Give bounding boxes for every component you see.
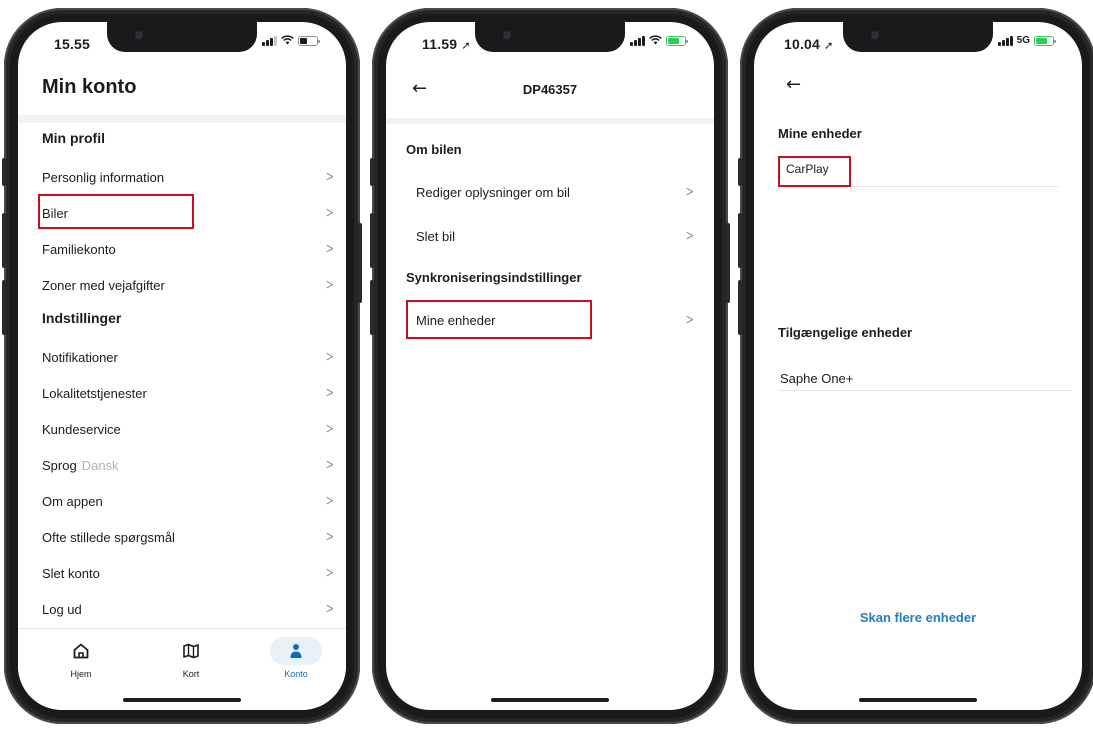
chevron-right-icon: >: [326, 529, 335, 545]
chevron-right-icon: >: [326, 457, 335, 473]
home-indicator: [859, 698, 977, 702]
language-value: Dansk: [81, 457, 119, 473]
section-heading-settings: Indstillinger: [42, 310, 122, 326]
back-button[interactable]: ←: [786, 74, 801, 95]
tab-home[interactable]: Hjem: [51, 637, 111, 679]
menu-item-notifications[interactable]: Notifikationer >: [42, 342, 336, 372]
map-icon: [161, 637, 221, 665]
status-icons: [630, 35, 688, 46]
section-heading-sync: Synkroniseringsindstillinger: [406, 270, 582, 285]
chevron-right-icon: >: [326, 385, 335, 401]
chevron-right-icon: >: [686, 184, 695, 200]
phone-frame-devices: 10.04 ➚ 5G ← Mine enheder CarPlay Tilgæn…: [738, 8, 1093, 724]
menu-item-log-out[interactable]: Log ud >: [42, 594, 336, 624]
network-type: 5G: [1016, 35, 1030, 46]
screen-car: 11.59 ➚ ← DP46357 Om bilen Rediger oplys…: [386, 22, 714, 710]
phone-frame-account: 15.55 Min konto Min profil Personlig inf…: [2, 8, 362, 724]
chevron-right-icon: >: [326, 277, 335, 293]
section-heading-about-car: Om bilen: [406, 142, 462, 157]
tab-account[interactable]: Konto: [266, 637, 326, 679]
menu-item-toll-zones[interactable]: Zoner med vejafgifter >: [42, 270, 336, 300]
arrow-left-icon: ←: [786, 74, 802, 95]
highlight-box: [406, 300, 592, 339]
device-item-saphe[interactable]: Saphe One+: [780, 371, 853, 386]
signal-icon: [997, 35, 1013, 46]
chevron-right-icon: >: [326, 421, 335, 437]
notch: [107, 22, 257, 52]
status-time: 15.55: [54, 36, 91, 52]
battery-icon: [298, 35, 320, 46]
section-heading-available-devices: Tilgængelige enheder: [778, 325, 913, 340]
signal-icon: [262, 35, 277, 46]
header-divider: [18, 115, 346, 123]
location-arrow-icon: ➚: [824, 40, 834, 52]
chevron-right-icon: >: [686, 312, 695, 328]
divider: [778, 390, 1072, 391]
section-heading-profile: Min profil: [42, 130, 105, 146]
menu-item-edit-car[interactable]: Rediger oplysninger om bil >: [416, 177, 696, 207]
menu-item-delete-account[interactable]: Slet konto >: [42, 558, 336, 588]
highlight-box: [778, 156, 851, 187]
menu-item-delete-car[interactable]: Slet bil >: [416, 221, 696, 251]
notch: [475, 22, 625, 52]
notch: [843, 22, 993, 52]
status-time: 10.04 ➚: [784, 36, 834, 52]
home-indicator: [491, 698, 609, 702]
chevron-right-icon: >: [326, 493, 335, 509]
header-divider: [386, 118, 714, 124]
screen-devices: 10.04 ➚ 5G ← Mine enheder CarPlay Tilgæn…: [754, 22, 1082, 710]
chevron-right-icon: >: [686, 228, 695, 244]
battery-charging-icon: [666, 35, 688, 46]
screen-account: 15.55 Min konto Min profil Personlig inf…: [18, 22, 346, 710]
chevron-right-icon: >: [326, 241, 335, 257]
wifi-icon: [649, 35, 662, 46]
home-indicator: [123, 698, 241, 702]
menu-item-customer-service[interactable]: Kundeservice >: [42, 414, 336, 444]
battery-charging-icon: [1034, 35, 1056, 46]
phone-frame-car: 11.59 ➚ ← DP46357 Om bilen Rediger oplys…: [370, 8, 730, 724]
chevron-right-icon: >: [326, 205, 335, 221]
section-heading-my-devices: Mine enheder: [778, 126, 862, 141]
page-title: Min konto: [42, 76, 137, 98]
chevron-right-icon: >: [326, 169, 335, 185]
menu-item-location-services[interactable]: Lokalitetstjenester >: [42, 378, 336, 408]
location-arrow-icon: ➚: [461, 40, 471, 52]
chevron-right-icon: >: [326, 565, 335, 581]
nav-title: DP46357: [522, 82, 578, 97]
person-icon: [270, 637, 322, 665]
menu-item-about-app[interactable]: Om appen >: [42, 486, 336, 516]
menu-item-family-account[interactable]: Familiekonto >: [42, 234, 336, 264]
status-icons: [262, 35, 320, 46]
tab-map[interactable]: Kort: [161, 637, 221, 679]
scan-more-devices-button[interactable]: Skan flere enheder: [754, 610, 1082, 625]
menu-item-personal-info[interactable]: Personlig information >: [42, 162, 336, 192]
status-icons: 5G: [997, 35, 1056, 46]
status-time: 11.59 ➚: [422, 36, 471, 52]
home-icon: [51, 637, 111, 665]
menu-item-faq[interactable]: Ofte stillede spørgsmål >: [42, 522, 336, 552]
highlight-box: [38, 194, 194, 229]
chevron-right-icon: >: [326, 601, 335, 617]
menu-item-language[interactable]: Sprog Dansk >: [42, 450, 336, 480]
signal-icon: [630, 35, 645, 46]
wifi-icon: [281, 35, 294, 46]
chevron-right-icon: >: [326, 349, 335, 365]
